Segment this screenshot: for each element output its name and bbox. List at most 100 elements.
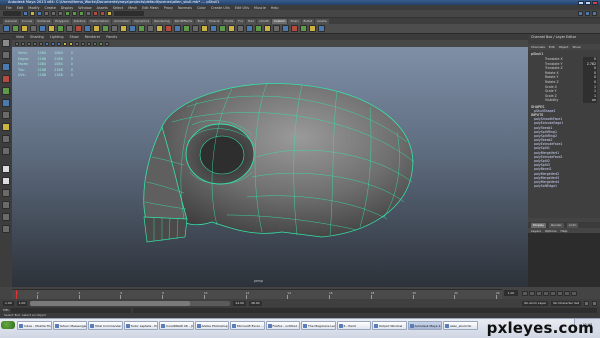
snap-grid-icon[interactable]	[65, 11, 70, 16]
go-to-end-icon[interactable]	[571, 291, 577, 296]
render-settings-icon[interactable]	[107, 11, 112, 16]
channel-menu-channels[interactable]: Channels	[531, 45, 545, 49]
soft-modification-icon[interactable]	[2, 123, 10, 131]
animation-end-field[interactable]: 48.00	[248, 300, 262, 306]
shelf-tab-subdivs[interactable]: Subdivs	[71, 18, 88, 24]
hypershade-layout-icon[interactable]	[2, 213, 10, 221]
shelf-tool-icon[interactable]	[165, 25, 172, 32]
lasso-tool-icon[interactable]	[2, 51, 10, 59]
command-input[interactable]	[11, 307, 132, 313]
open-scene-icon[interactable]	[30, 11, 35, 16]
panel-menu-lighting[interactable]: Lighting	[50, 35, 64, 39]
shelf-tool-icon[interactable]	[93, 25, 100, 32]
taskbar-task[interactable]: 6 - Paint	[336, 320, 371, 330]
shelf-tab-rendering[interactable]: Rendering	[152, 18, 172, 24]
shelf-tool-icon[interactable]	[84, 25, 91, 32]
bookmark-icon[interactable]	[27, 41, 31, 46]
save-scene-icon[interactable]	[37, 11, 42, 16]
last-tool-icon[interactable]	[2, 147, 10, 155]
shelf-tool-icon[interactable]	[75, 25, 82, 32]
shelf-tab-goalie[interactable]: Goalie	[315, 18, 329, 24]
shelf-tab-fur[interactable]: Fur	[236, 18, 245, 24]
shelf-tool-icon[interactable]	[246, 25, 253, 32]
shelf-tool-icon[interactable]	[291, 25, 298, 32]
shelf-tool-icon[interactable]	[120, 25, 127, 32]
move-tool-icon[interactable]	[2, 75, 10, 83]
taskbar-task[interactable]: alien_skull.mb	[443, 320, 478, 330]
menu-assets[interactable]: Assets	[97, 6, 108, 10]
time-slider[interactable]: 124681012141618202224	[12, 289, 502, 300]
channel-menu-edit[interactable]: Edit	[549, 45, 555, 49]
channel-attribute[interactable]: Visibility on	[531, 98, 597, 103]
viewport-persp[interactable]: Verts: 1084 1084 0 Edges: 2166 2166 0 Fa…	[12, 47, 528, 287]
image-plane-icon[interactable]	[33, 41, 37, 46]
shelf-tab-muscle[interactable]: Muscle	[207, 18, 222, 24]
shelf-tab-dynamics[interactable]: Dynamics	[132, 18, 152, 24]
channel-menu-object[interactable]: Object	[559, 45, 569, 49]
shelf-tab-general[interactable]: General	[3, 18, 19, 24]
smooth-shade-icon[interactable]	[51, 41, 55, 46]
panel-menu-shading[interactable]: Shading	[30, 35, 44, 39]
shelf-tool-icon[interactable]	[102, 25, 109, 32]
panel-menu-show[interactable]: Show	[70, 35, 79, 39]
persp-graph-layout-icon[interactable]	[2, 201, 10, 209]
shelf-tab-deformation[interactable]: Deformation	[88, 18, 112, 24]
layer-menu-layers[interactable]: Layers	[531, 229, 541, 233]
animation-start-field[interactable]: 1.00	[3, 300, 14, 306]
mode-selector-icon[interactable]	[3, 11, 21, 16]
auto-key-icon[interactable]	[584, 300, 589, 306]
shelf-tool-icon[interactable]	[300, 25, 307, 32]
shadows-icon[interactable]	[75, 41, 79, 46]
layer-tab-render[interactable]: Render	[549, 222, 564, 228]
select-tool-icon[interactable]	[2, 39, 10, 47]
menu-proxy[interactable]: Proxy	[164, 6, 173, 10]
shelf-tool-icon[interactable]	[138, 25, 145, 32]
menu-display[interactable]: Display	[61, 6, 74, 10]
wireframe-icon[interactable]	[45, 41, 49, 46]
taskbar-task[interactable]: Output Window	[372, 320, 407, 330]
shelf-tool-icon[interactable]	[273, 25, 280, 32]
attribute-value[interactable]: on	[583, 98, 597, 103]
menu-window[interactable]: Window	[78, 6, 91, 10]
single-view-layout-icon[interactable]	[2, 165, 10, 173]
shelf-tab-surfaces[interactable]: Surfaces	[35, 18, 53, 24]
shelf-tool-icon[interactable]	[183, 25, 190, 32]
panel-menu-renderer[interactable]: Renderer	[85, 35, 100, 39]
taskbar-task[interactable]: Autodesk Maya 2...	[407, 320, 442, 330]
snap-curve-icon[interactable]	[72, 11, 77, 16]
shelf-tab-ncloth[interactable]: nCloth	[257, 18, 271, 24]
channel-menu-show[interactable]: Show	[572, 45, 580, 49]
menu-color[interactable]: Color	[197, 6, 206, 10]
taskbar-task[interactable]: Total Commander 7...	[88, 320, 123, 330]
menu-edit-mesh[interactable]: Edit Mesh	[142, 6, 159, 10]
layer-menu-help[interactable]: Help	[561, 229, 568, 233]
shelf-tool-icon[interactable]	[12, 25, 19, 32]
play-backwards-icon[interactable]	[543, 291, 549, 296]
command-language-label[interactable]: MEL	[3, 308, 9, 312]
textured-icon[interactable]	[63, 41, 67, 46]
new-scene-icon[interactable]	[23, 11, 28, 16]
shelf-tool-icon[interactable]	[174, 25, 181, 32]
ambient-occlusion-icon[interactable]	[81, 41, 85, 46]
menu-file[interactable]: File	[6, 6, 12, 10]
shelf-tool-icon[interactable]	[57, 25, 64, 32]
maximize-button[interactable]	[585, 0, 591, 5]
taskbar-task[interactable]: The Magicians Leo...	[301, 320, 336, 330]
shelf-tool-icon[interactable]	[264, 25, 271, 32]
tool-settings-icon[interactable]	[585, 11, 590, 16]
snap-point-icon[interactable]	[79, 11, 84, 16]
object-name[interactable]: pSkull1	[531, 52, 597, 56]
layer-tab-display[interactable]: Display	[531, 222, 547, 228]
shelf-tool-icon[interactable]	[39, 25, 46, 32]
exposure-icon[interactable]	[105, 41, 109, 46]
lights-icon[interactable]	[69, 41, 73, 46]
shelf-tab-polygons[interactable]: Polygons	[53, 18, 71, 24]
camera-attributes-icon[interactable]	[21, 41, 25, 46]
menu-help[interactable]: Help	[271, 6, 279, 10]
show-manipulator-icon[interactable]	[2, 135, 10, 143]
render-icon[interactable]	[93, 11, 98, 16]
shelf-tab-curves[interactable]: Curves	[19, 18, 35, 24]
shelf-tool-icon[interactable]	[282, 25, 289, 32]
ipr-render-icon[interactable]	[100, 11, 105, 16]
menu-edit[interactable]: Edit	[17, 6, 24, 10]
